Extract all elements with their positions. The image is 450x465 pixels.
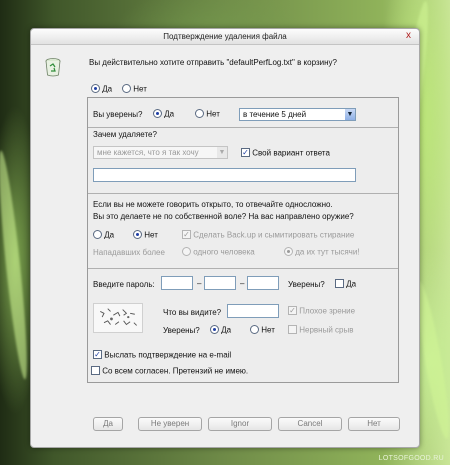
own-answer-field[interactable] — [93, 168, 356, 182]
captcha-no-radio[interactable] — [250, 325, 259, 335]
password-field-1[interactable] — [161, 276, 193, 290]
cancel-button[interactable]: Cancel — [278, 417, 342, 431]
divider — [88, 127, 398, 128]
password-sure-yes-label: Да — [346, 279, 357, 289]
email-confirm-checkbox[interactable]: ✓ — [93, 350, 102, 360]
sure-no-radio[interactable] — [195, 109, 204, 119]
recycle-bin-icon — [45, 58, 61, 77]
thousands-label: да их тут тысячи! — [295, 247, 360, 257]
nervous-checkbox[interactable] — [288, 325, 297, 335]
agree-option[interactable]: Со всем согласен. Претензий не имею. — [91, 366, 249, 376]
password-field-3[interactable] — [247, 276, 279, 290]
captcha-sure-label: Уверены? — [163, 326, 200, 335]
top-yes-label: Да — [102, 84, 113, 94]
honest-yes-radio[interactable] — [93, 230, 102, 240]
sure-no-option[interactable]: Нет — [195, 109, 220, 119]
one-person-option[interactable]: одного человека — [182, 247, 255, 257]
options-panel: Вы уверены? Да Нет в течение 5 дней ▼ За… — [87, 97, 399, 383]
divider — [88, 268, 398, 269]
poor-sight-checkbox[interactable]: ✓ — [288, 306, 297, 316]
chevron-down-icon[interactable]: ▼ — [345, 109, 355, 120]
not-sure-button[interactable]: Не уверен — [138, 417, 202, 431]
password-sure-option[interactable]: Да — [335, 279, 357, 289]
attacker-label: Нападавших более — [93, 248, 165, 257]
top-yes-radio[interactable] — [91, 84, 100, 94]
close-button[interactable]: x — [402, 31, 415, 42]
nervous-label: Нервный срыв — [299, 325, 354, 335]
captcha-yes-option[interactable]: Да — [210, 325, 232, 335]
watermark: LOTSOFGOOD.RU — [378, 455, 444, 462]
sure-yes-radio[interactable] — [153, 109, 162, 119]
yes-button[interactable]: Да — [93, 417, 123, 431]
reason-select-value: мне кажется, что я так хочу — [97, 148, 199, 157]
password-field-2[interactable] — [204, 276, 236, 290]
own-answer-option[interactable]: ✓ Свой вариант ответа — [241, 148, 330, 158]
password-sure-checkbox[interactable] — [335, 279, 344, 289]
password-dash: – — [240, 279, 245, 288]
captcha-image — [93, 303, 143, 333]
honest-no-option[interactable]: Нет — [133, 230, 158, 240]
agree-checkbox[interactable] — [91, 366, 100, 376]
divider — [88, 193, 398, 194]
window-title: Подтверждение удаления файла — [163, 32, 287, 41]
honest-line-2: Вы это делаете не по собственной воле? Н… — [93, 212, 354, 221]
captcha-question: Что вы видите? — [163, 308, 222, 317]
honest-line-1: Если вы не можете говорить открыто, то о… — [93, 200, 333, 209]
top-yes-option[interactable]: Да — [91, 84, 113, 94]
top-no-label: Нет — [133, 84, 147, 94]
sure-yes-label: Да — [164, 109, 175, 119]
why-label: Зачем удаляете? — [93, 130, 157, 139]
captcha-no-option[interactable]: Нет — [250, 325, 275, 335]
agree-label: Со всем согласен. Претензий не имею. — [102, 366, 249, 376]
period-select[interactable]: в течение 5 дней ▼ — [239, 108, 356, 121]
backup-label: Сделать Back.up и сымитировать стирание — [193, 230, 355, 240]
poor-sight-label: Плохое зрение — [299, 306, 356, 316]
honest-yes-option[interactable]: Да — [93, 230, 115, 240]
captcha-yes-label: Да — [221, 325, 232, 335]
captcha-yes-radio[interactable] — [210, 325, 219, 335]
thousands-radio[interactable] — [284, 247, 293, 257]
title-bar: Подтверждение удаления файла x — [31, 29, 419, 45]
email-confirm-label: Выслать подтверждение на e-mail — [104, 350, 232, 360]
password-label: Введите пароль: — [93, 280, 155, 289]
one-person-radio[interactable] — [182, 247, 191, 257]
own-answer-checkbox[interactable]: ✓ — [241, 148, 250, 158]
no-button[interactable]: Нет — [348, 417, 400, 431]
own-answer-label: Свой вариант ответа — [252, 148, 330, 158]
backup-option[interactable]: ✓ Сделать Back.up и сымитировать стирани… — [182, 230, 355, 240]
reason-select[interactable]: мне кажется, что я так хочу ▼ — [93, 146, 228, 159]
sure-label: Вы уверены? — [93, 110, 143, 119]
sure-no-label: Нет — [206, 109, 220, 119]
captcha-no-label: Нет — [261, 325, 275, 335]
poor-sight-option[interactable]: ✓ Плохое зрение — [288, 306, 356, 316]
email-confirm-option[interactable]: ✓ Выслать подтверждение на e-mail — [93, 350, 232, 360]
period-select-value: в течение 5 дней — [243, 110, 307, 119]
password-dash: – — [197, 279, 202, 288]
honest-no-label: Нет — [144, 230, 158, 240]
one-person-label: одного человека — [193, 247, 255, 257]
grass-background — [0, 149, 32, 381]
password-sure-label: Уверены? — [288, 280, 325, 289]
honest-no-radio[interactable] — [133, 230, 142, 240]
top-no-radio[interactable] — [122, 84, 131, 94]
sure-yes-option[interactable]: Да — [153, 109, 175, 119]
delete-question: Вы действительно хотите отправить "defau… — [89, 58, 337, 67]
nervous-option[interactable]: Нервный срыв — [288, 325, 354, 335]
honest-yes-label: Да — [104, 230, 115, 240]
thousands-option[interactable]: да их тут тысячи! — [284, 247, 360, 257]
backup-checkbox[interactable]: ✓ — [182, 230, 191, 240]
captcha-answer-field[interactable] — [227, 304, 279, 318]
confirm-delete-dialog: Подтверждение удаления файла x Вы действ… — [30, 28, 420, 448]
chevron-down-icon[interactable]: ▼ — [217, 147, 227, 158]
ignor-button[interactable]: Ignor — [208, 417, 272, 431]
top-no-option[interactable]: Нет — [122, 84, 147, 94]
